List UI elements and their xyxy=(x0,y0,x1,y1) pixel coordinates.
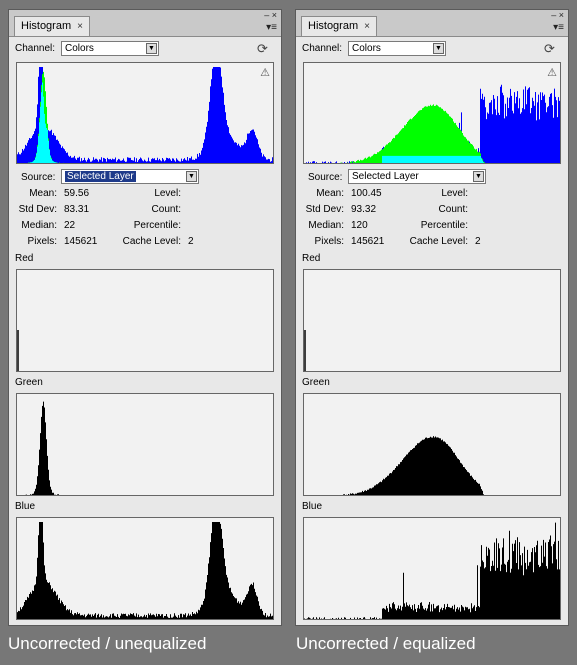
cache-warning-icon[interactable]: ⚠ xyxy=(260,66,270,79)
green-histogram xyxy=(303,393,561,496)
cache-level-value: 2 xyxy=(475,236,481,247)
window-controls[interactable]: – × ▾≡ xyxy=(551,10,564,33)
close-icon[interactable]: × xyxy=(77,17,83,36)
histogram-area xyxy=(305,436,512,495)
refresh-icon[interactable]: ⟳ xyxy=(257,41,268,57)
median-label: Median: xyxy=(308,220,344,231)
channel-select[interactable]: Colors ▼ xyxy=(348,41,446,56)
histogram-panel-unequalized: Histogram × – × ▾≡ Channel: Colors ▼ ⟳ ⚠… xyxy=(8,9,282,626)
tab-title: Histogram xyxy=(308,20,359,32)
level-label: Level: xyxy=(441,188,468,199)
caption-equalized: Uncorrected / equalized xyxy=(296,634,476,653)
histogram-area xyxy=(304,522,560,619)
pixels-value: 145621 xyxy=(64,236,98,247)
cache-level-label: Cache Level: xyxy=(122,236,181,247)
blue-histogram-plot xyxy=(304,522,560,619)
composite-histogram: ⚠ xyxy=(16,62,274,164)
green-channel-label: Green xyxy=(302,377,330,388)
blue-histogram-plot xyxy=(17,522,273,619)
red-histogram-plot xyxy=(304,330,306,371)
cache-level-label: Cache Level: xyxy=(409,236,468,247)
cache-warning-icon[interactable]: ⚠ xyxy=(547,66,557,79)
panel-titlebar[interactable]: Histogram × – × ▾≡ xyxy=(9,10,281,37)
minimize-close-icons[interactable]: – × xyxy=(264,10,277,20)
red-histogram xyxy=(16,269,274,372)
red-histogram-plot xyxy=(17,330,19,371)
tab-title: Histogram xyxy=(21,20,72,32)
panel-menu-icon[interactable]: ▾≡ xyxy=(551,23,564,33)
mean-label: Mean: xyxy=(29,188,57,199)
percentile-label: Percentile: xyxy=(133,220,181,231)
chevron-down-icon[interactable]: ▼ xyxy=(186,171,197,182)
median-value: 22 xyxy=(64,220,76,231)
blue-channel-label: Blue xyxy=(15,501,36,512)
cache-level-value: 2 xyxy=(188,236,194,247)
histogram-area xyxy=(25,401,177,495)
source-value: Selected Layer xyxy=(64,170,137,183)
red-channel-label: Red xyxy=(302,253,321,264)
source-select[interactable]: Selected Layer ▼ xyxy=(348,169,486,184)
histogram-area xyxy=(17,67,273,163)
source-label: Source: xyxy=(308,172,343,183)
chevron-down-icon[interactable]: ▼ xyxy=(146,43,157,54)
red-histogram xyxy=(303,269,561,372)
pixels-value: 145621 xyxy=(351,236,385,247)
channel-label: Channel: xyxy=(302,43,343,54)
pixels-label: Pixels: xyxy=(27,236,57,247)
minimize-close-icons[interactable]: – × xyxy=(551,10,564,20)
level-label: Level: xyxy=(154,188,181,199)
chevron-down-icon[interactable]: ▼ xyxy=(433,43,444,54)
stddev-value: 93.32 xyxy=(351,204,377,215)
caption-unequalized: Uncorrected / unequalized xyxy=(8,634,207,653)
histogram-area xyxy=(17,522,273,619)
tab-histogram[interactable]: Histogram × xyxy=(14,16,90,36)
green-histogram xyxy=(16,393,274,496)
panel-menu-icon[interactable]: ▾≡ xyxy=(264,23,277,33)
panel-titlebar[interactable]: Histogram × – × ▾≡ xyxy=(296,10,568,37)
chevron-down-icon[interactable]: ▼ xyxy=(473,171,484,182)
composite-histogram-plot xyxy=(306,84,560,163)
source-select[interactable]: Selected Layer ▼ xyxy=(61,169,199,184)
count-label: Count: xyxy=(438,204,468,215)
stddev-label: Std Dev: xyxy=(18,204,57,215)
green-channel-label: Green xyxy=(15,377,43,388)
median-value: 120 xyxy=(351,220,368,231)
blue-channel-label: Blue xyxy=(302,501,323,512)
close-icon[interactable]: × xyxy=(364,17,370,36)
green-histogram-plot xyxy=(25,401,177,495)
source-label: Source: xyxy=(21,172,56,183)
mean-value: 100.45 xyxy=(351,188,382,199)
refresh-icon[interactable]: ⟳ xyxy=(544,41,555,57)
channel-select[interactable]: Colors ▼ xyxy=(61,41,159,56)
blue-histogram xyxy=(303,517,561,620)
median-label: Median: xyxy=(21,220,57,231)
channel-value: Colors xyxy=(352,43,381,54)
red-channel-label: Red xyxy=(15,253,34,264)
stddev-label: Std Dev: xyxy=(305,204,344,215)
pixels-label: Pixels: xyxy=(314,236,344,247)
mean-label: Mean: xyxy=(316,188,344,199)
tab-histogram[interactable]: Histogram × xyxy=(301,16,377,36)
histogram-panel-equalized: Histogram × – × ▾≡ Channel: Colors ▼ ⟳ ⚠… xyxy=(295,9,569,626)
percentile-label: Percentile: xyxy=(420,220,468,231)
composite-histogram: ⚠ xyxy=(303,62,561,164)
stddev-value: 83.31 xyxy=(64,204,90,215)
blue-histogram xyxy=(16,517,274,620)
channel-label: Channel: xyxy=(15,43,56,54)
composite-histogram-plot xyxy=(17,67,273,163)
count-label: Count: xyxy=(151,204,181,215)
channel-value: Colors xyxy=(65,43,94,54)
green-histogram-plot xyxy=(305,436,512,495)
window-controls[interactable]: – × ▾≡ xyxy=(264,10,277,33)
source-value: Selected Layer xyxy=(352,171,419,182)
mean-value: 59.56 xyxy=(64,188,90,199)
